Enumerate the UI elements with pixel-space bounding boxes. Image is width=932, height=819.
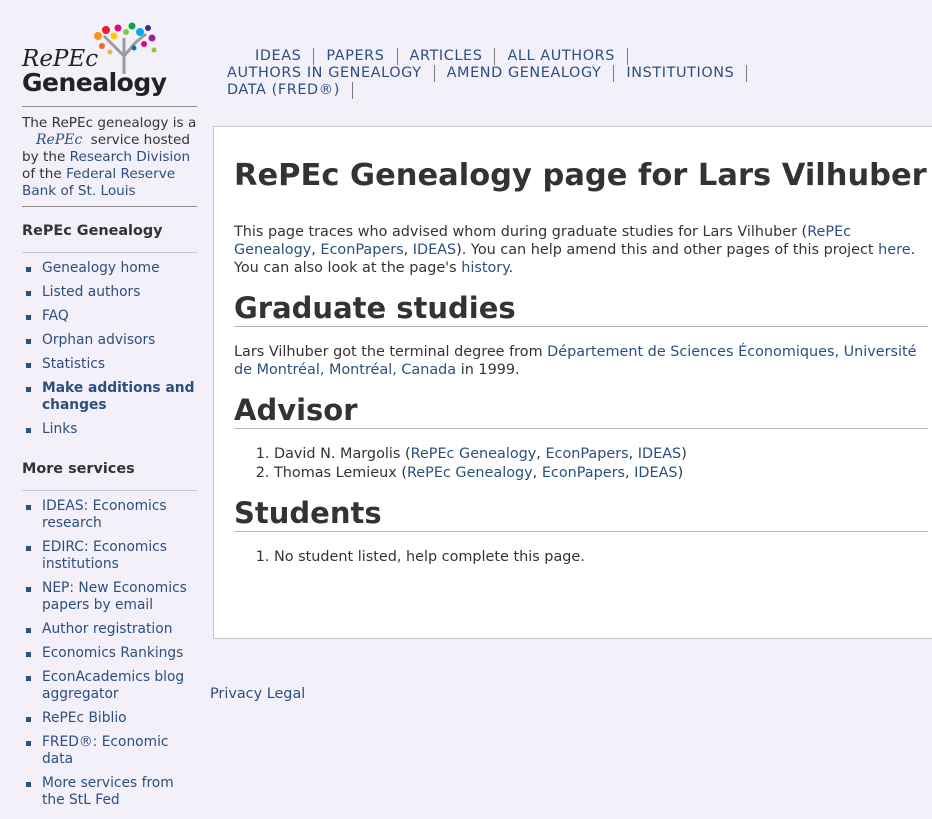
privacy-link[interactable]: Privacy: [210, 686, 262, 702]
advisor-ideas-link[interactable]: IDEAS: [634, 465, 677, 481]
sidebar-item: More services from the StL Fed: [22, 775, 197, 809]
sidebar-item: Economics Rankings: [22, 645, 197, 662]
advisor-econpapers-link[interactable]: EconPapers: [542, 465, 625, 481]
blurb-text: The RePEc genealogy is a: [22, 115, 197, 131]
intro-paragraph: This page traces who advised whom during…: [234, 223, 928, 277]
legal-link[interactable]: Legal: [267, 686, 306, 702]
advisor-heading: Advisor: [234, 394, 928, 429]
service-blurb: The RePEc genealogy is a RePEc service h…: [22, 107, 197, 206]
sidebar-link-genealogy-home[interactable]: Genealogy home: [42, 260, 160, 276]
nav-row: DATA (FRED®): [227, 82, 917, 99]
students-heading: Students: [234, 497, 928, 532]
sidebar-item: Orphan advisors: [22, 332, 197, 349]
sidebar-link-edirc[interactable]: EDIRC: Economics institutions: [42, 539, 167, 572]
sidebar-item: Author registration: [22, 621, 197, 638]
sidebar-item: Genealogy home: [22, 260, 197, 277]
student-item: No student listed, help complete this pa…: [274, 548, 928, 567]
sidebar-item: EconAcademics blog aggregator: [22, 669, 197, 703]
sidebar-link-author-registration[interactable]: Author registration: [42, 621, 172, 637]
separator: ,: [403, 242, 413, 258]
sidebar-link-links[interactable]: Links: [42, 421, 77, 437]
sidebar-item: Listed authors: [22, 284, 197, 301]
main-content: RePEc Genealogy page for Lars Vilhuber T…: [213, 126, 932, 639]
sidebar-link-make-additions[interactable]: Make additions and changes: [42, 380, 194, 413]
repec-mini-logo[interactable]: RePEc: [22, 132, 86, 148]
sidebar-link-fred[interactable]: FRED®: Economic data: [42, 734, 168, 767]
advisor-list: David N. Margolis (RePEc Genealogy, Econ…: [234, 445, 928, 483]
sidebar-item: Links: [22, 421, 197, 438]
graduate-studies-heading: Graduate studies: [234, 292, 928, 327]
amend-here-link[interactable]: here: [878, 242, 910, 258]
sidebar-link-ideas[interactable]: IDEAS: Economics research: [42, 498, 167, 531]
sidebar-link-listed-authors[interactable]: Listed authors: [42, 284, 140, 300]
grad-text: Lars Vilhuber got the terminal degree fr…: [234, 344, 548, 360]
sidebar-item: EDIRC: Economics institutions: [22, 539, 197, 573]
nav-row: IDEAS PAPERS ARTICLES ALL AUTHORS: [227, 48, 917, 65]
advisor-econpapers-link[interactable]: EconPapers: [545, 446, 628, 462]
blurb-text: of the: [22, 166, 67, 182]
nav-articles[interactable]: ARTICLES: [410, 48, 496, 65]
sidebar-link-rankings[interactable]: Economics Rankings: [42, 645, 183, 661]
nav-row: AUTHORS IN GENEALOGY AMEND GENEALOGY INSTI…: [227, 65, 917, 82]
intro-text: ). You can help amend this and other pag…: [456, 242, 879, 258]
sidebar-genealogy-menu: Genealogy home Listed authors FAQ Orphan…: [22, 252, 197, 438]
sidebar-item: Statistics: [22, 356, 197, 373]
page-title: RePEc Genealogy page for Lars Vilhuber: [234, 158, 927, 193]
advisor-repec-genealogy-link[interactable]: RePEc Genealogy: [407, 465, 533, 481]
sidebar-services-menu: IDEAS: Economics research EDIRC: Economi…: [22, 490, 197, 809]
sidebar-link-repec-biblio[interactable]: RePEc Biblio: [42, 710, 127, 726]
sidebar-link-statistics[interactable]: Statistics: [42, 356, 105, 372]
grad-text: in 1999.: [456, 362, 520, 378]
research-division-link[interactable]: Research Division: [70, 149, 191, 165]
sidebar-section-title-more-services: More services: [22, 461, 135, 477]
advisor-repec-genealogy-link[interactable]: RePEc Genealogy: [411, 446, 537, 462]
tree-logo-icon: [94, 22, 157, 74]
ideas-link[interactable]: IDEAS: [413, 242, 456, 258]
nav-authors-in-genealogy[interactable]: AUTHORS IN GENEALOGY: [227, 65, 435, 82]
advisor-name: David N. Margolis: [274, 446, 401, 462]
advisor-item: Thomas Lemieux (RePEc Genealogy, EconPap…: [274, 464, 928, 483]
sidebar: RePEc Genealogy The RePEc genealogy is a…: [22, 18, 197, 816]
sidebar-link-econacademics[interactable]: EconAcademics blog aggregator: [42, 669, 184, 702]
graduate-studies-paragraph: Lars Vilhuber got the terminal degree fr…: [234, 343, 928, 379]
sidebar-link-more-stl-fed[interactable]: More services from the StL Fed: [42, 775, 174, 808]
nav-institutions[interactable]: INSTITUTIONS: [626, 65, 748, 82]
sidebar-item: IDEAS: Economics research: [22, 498, 197, 532]
sidebar-item: FRED®: Economic data: [22, 734, 197, 768]
sidebar-section-title-genealogy: RePEc Genealogy: [22, 223, 163, 239]
nav-data-fred[interactable]: DATA (FRED®): [227, 82, 353, 99]
advisor-item: David N. Margolis (RePEc Genealogy, Econ…: [274, 445, 928, 464]
sidebar-item: NEP: New Economics papers by email: [22, 580, 197, 614]
nav-amend-genealogy[interactable]: AMEND GENEALOGY: [447, 65, 615, 82]
intro-text: This page traces who advised whom during…: [234, 224, 808, 240]
nav-papers[interactable]: PAPERS: [326, 48, 398, 65]
repec-genealogy-logo[interactable]: RePEc Genealogy: [22, 18, 197, 106]
nav-all-authors[interactable]: ALL AUTHORS: [507, 48, 628, 65]
advisor-name: Thomas Lemieux: [274, 465, 397, 481]
sidebar-item: RePEc Biblio: [22, 710, 197, 727]
students-list: No student listed, help complete this pa…: [234, 548, 928, 567]
econpapers-link[interactable]: EconPapers: [320, 242, 403, 258]
advisor-ideas-link[interactable]: IDEAS: [638, 446, 681, 462]
sidebar-item: FAQ: [22, 308, 197, 325]
nav-ideas[interactable]: IDEAS: [255, 48, 315, 65]
sidebar-link-faq[interactable]: FAQ: [42, 308, 69, 324]
top-navigation: IDEAS PAPERS ARTICLES ALL AUTHORS AUTHORS I…: [227, 48, 917, 99]
footer: Privacy Legal: [210, 686, 305, 702]
sidebar-item: Make additions and changes: [22, 380, 197, 414]
logo-genealogy-text: Genealogy: [22, 68, 167, 97]
sidebar-link-nep[interactable]: NEP: New Economics papers by email: [42, 580, 187, 613]
sidebar-link-orphan-advisors[interactable]: Orphan advisors: [42, 332, 155, 348]
intro-text: .: [508, 260, 514, 276]
history-link[interactable]: history: [461, 260, 508, 276]
